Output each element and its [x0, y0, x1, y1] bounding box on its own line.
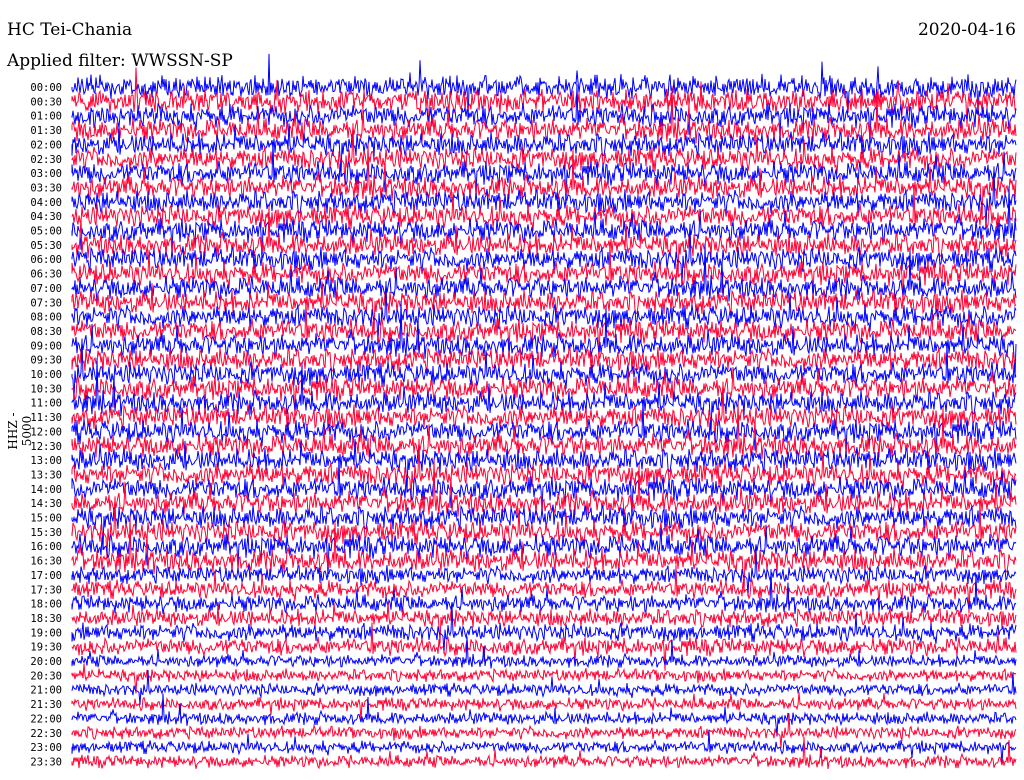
- row-time-label: 04:30: [30, 211, 62, 223]
- row-time-label: 18:30: [30, 613, 62, 625]
- row-time-label: 07:00: [30, 283, 62, 295]
- seismic-trace-row: [71, 123, 1017, 187]
- row-time-label: 04:00: [30, 197, 62, 209]
- helicorder-plot: 00:00 00:30 01:00 01:30 02:00 02:30 03:00 03:30…: [30, 53, 1017, 770]
- channel-label: HHZ - 5000: [6, 412, 34, 450]
- row-time-label: 17:30: [30, 584, 62, 596]
- row-time-label: 01:00: [30, 111, 62, 123]
- row-time-label: 03:00: [30, 168, 62, 180]
- row-time-label: 16:30: [30, 556, 62, 568]
- station-title: HC Tei-Chania: [7, 20, 133, 40]
- row-time-label: 02:30: [30, 154, 62, 166]
- row-time-label: 09:00: [30, 340, 62, 352]
- row-time-label: 02:00: [30, 139, 62, 151]
- row-time-label: 16:00: [30, 541, 62, 553]
- row-time-label: 13:00: [30, 455, 62, 467]
- row-time-label: 09:30: [30, 355, 62, 367]
- seismic-trace-row: [71, 636, 1017, 669]
- seismic-trace-row: [71, 166, 1017, 230]
- row-time-label: 19:00: [30, 627, 62, 639]
- row-time-label: 08:30: [30, 326, 62, 338]
- row-time-label: 11:30: [30, 412, 62, 424]
- row-time-label: 00:00: [30, 82, 62, 94]
- row-time-label: 08:00: [30, 312, 62, 324]
- row-time-label: 21:00: [30, 685, 62, 697]
- row-time-label: 23:30: [30, 756, 62, 768]
- record-date: 2020-04-16: [917, 20, 1016, 40]
- row-time-label: 18:00: [30, 599, 62, 611]
- row-time-label: 22:00: [30, 713, 62, 725]
- row-time-label: 10:30: [30, 383, 62, 395]
- row-time-label: 15:30: [30, 527, 62, 539]
- row-time-label: 15:00: [30, 513, 62, 525]
- row-time-label: 11:00: [30, 398, 62, 410]
- row-time-label: 20:00: [30, 656, 62, 668]
- seismic-trace-row: [71, 736, 1017, 770]
- row-time-label: 06:00: [30, 254, 62, 266]
- row-time-label: 03:30: [30, 182, 62, 194]
- row-time-label: 10:00: [30, 369, 62, 381]
- row-time-label: 14:00: [30, 484, 62, 496]
- row-time-label: 05:30: [30, 240, 62, 252]
- seismic-trace-row: [71, 663, 1017, 694]
- row-time-label: 20:30: [30, 670, 62, 682]
- row-time-label: 05:00: [30, 226, 62, 238]
- row-time-label: 23:00: [30, 742, 62, 754]
- row-time-label: 14:30: [30, 498, 62, 510]
- row-time-label: 13:30: [30, 469, 62, 481]
- row-time-label: 12:00: [30, 426, 62, 438]
- row-time-label: 01:30: [30, 125, 62, 137]
- row-time-label: 22:30: [30, 728, 62, 740]
- row-time-label: 00:30: [30, 96, 62, 108]
- row-time-label: 06:30: [30, 269, 62, 281]
- row-time-label: 21:30: [30, 699, 62, 711]
- row-time-label: 12:30: [30, 441, 62, 453]
- row-time-label: 19:30: [30, 642, 62, 654]
- row-time-label: 07:30: [30, 297, 62, 309]
- row-time-label: 17:00: [30, 570, 62, 582]
- applied-filter-label: Applied filter: WWSSN-SP: [7, 51, 233, 71]
